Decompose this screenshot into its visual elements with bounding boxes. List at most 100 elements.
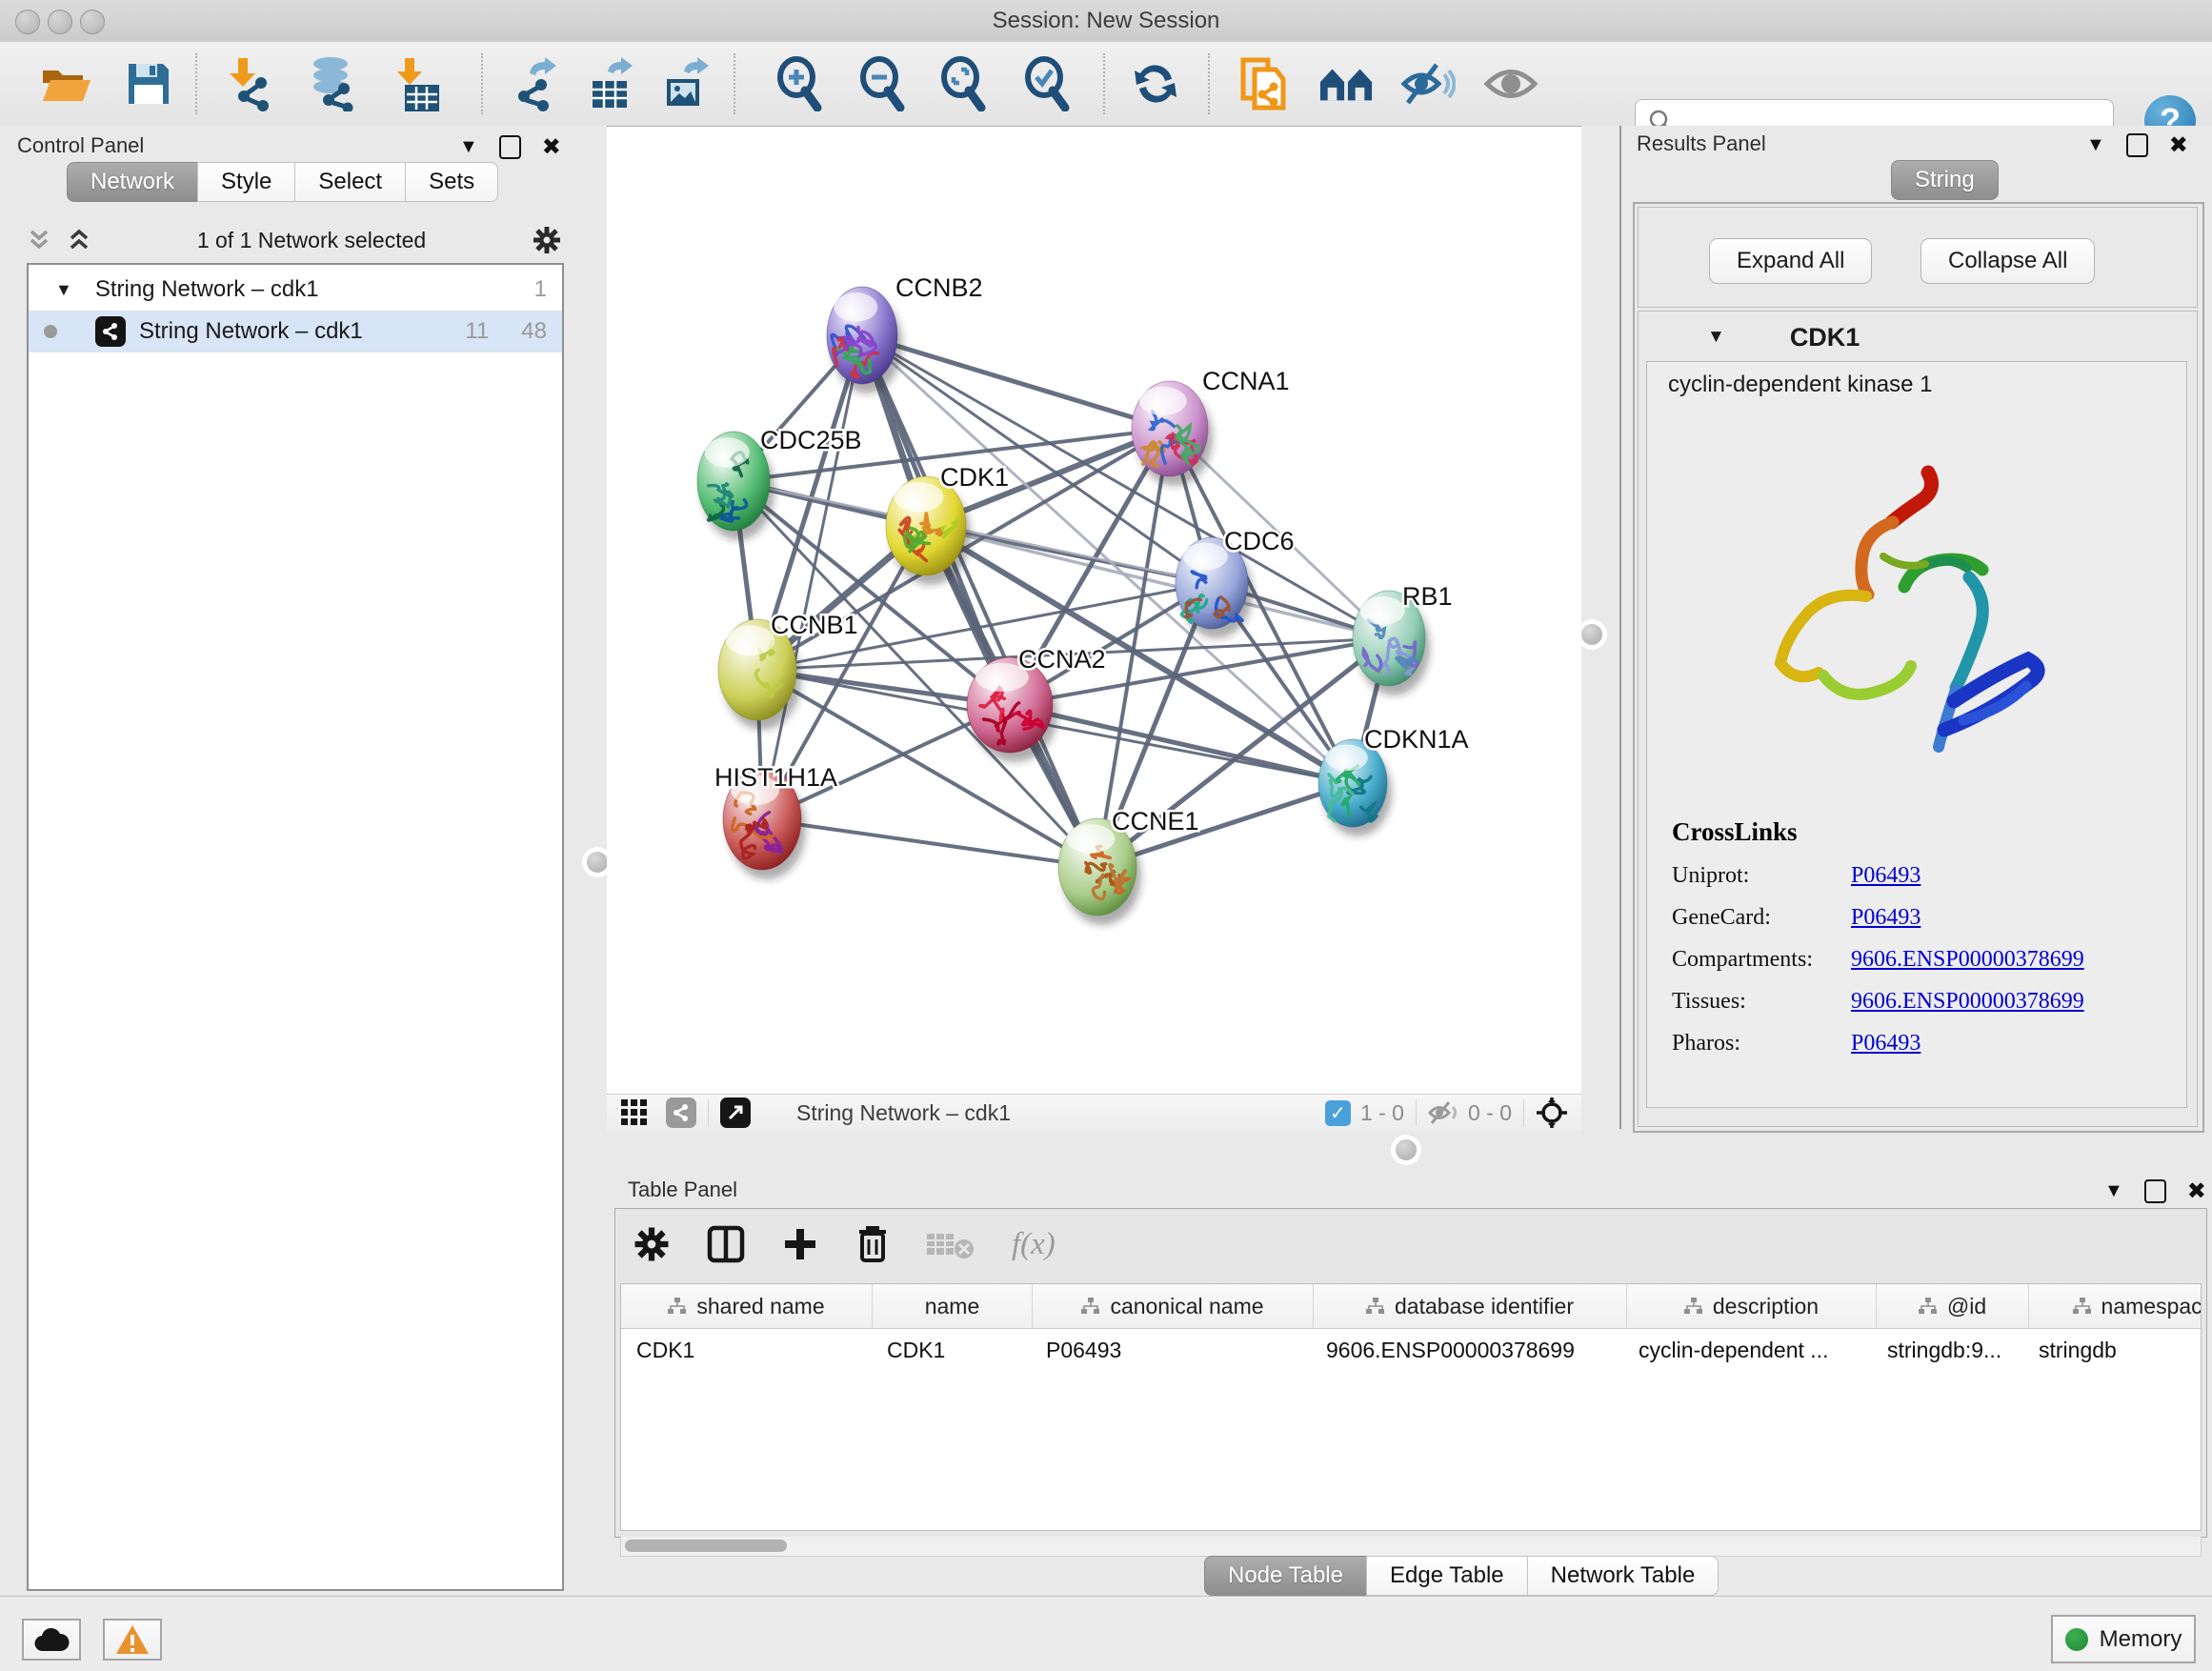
left-splitter[interactable] — [588, 126, 607, 1596]
gene-tree: ▼ CDK1 cyclin-dependent kinase 1 — [1638, 311, 2198, 1127]
collapse-panel-icon[interactable]: ▼ — [459, 136, 478, 158]
network-edge-CDK1-RB1[interactable] — [926, 526, 1389, 638]
network-node-CDC25B[interactable] — [697, 432, 770, 531]
network-node-count: 11 — [465, 318, 489, 345]
hide-selected-button[interactable] — [1400, 55, 1456, 112]
close-panel-icon[interactable]: ✖ — [2187, 1182, 2206, 1201]
crosslink-value-link[interactable]: 9606.ENSP00000378699 — [1851, 989, 2084, 1015]
gene-collapse-triangle-icon[interactable]: ▼ — [1707, 327, 1725, 348]
tab-edge-table[interactable]: Edge Table — [1366, 1556, 1527, 1596]
collapse-panel-icon[interactable]: ▼ — [2086, 134, 2105, 156]
collection-expand-triangle-icon[interactable]: ▼ — [55, 280, 72, 300]
network-node-CCNA1[interactable] — [1132, 381, 1208, 476]
table-horizontal-scrollbar[interactable] — [620, 1537, 2202, 1557]
crosslink-value-link[interactable]: P06493 — [1851, 1031, 1920, 1057]
table-cell[interactable]: CDK1 — [621, 1329, 872, 1371]
table-cell[interactable]: 9606.ENSP00000378699 — [1311, 1329, 1623, 1371]
memory-button[interactable]: Memory — [2051, 1615, 2196, 1663]
import-network-file-button[interactable] — [223, 55, 278, 112]
network-edge-CCNB2-CCNA1[interactable] — [862, 335, 1170, 429]
right-splitter[interactable] — [1581, 126, 1619, 1129]
column-header-namespace[interactable]: namespace — [2029, 1284, 2202, 1328]
table-cell[interactable]: CDK1 — [872, 1329, 1031, 1371]
table-cell[interactable]: stringdb — [2023, 1329, 2202, 1371]
tab-select[interactable]: Select — [294, 162, 405, 202]
tab-network[interactable]: Network — [67, 162, 197, 202]
node-table[interactable]: shared namenamecanonical namedatabase id… — [620, 1283, 2202, 1531]
export-image-button[interactable] — [657, 55, 713, 112]
open-session-button[interactable] — [38, 55, 93, 112]
table-cell[interactable]: stringdb:9... — [1872, 1329, 2023, 1371]
show-hidden-button[interactable] — [1483, 55, 1538, 112]
crosslink-value-link[interactable]: P06493 — [1851, 863, 1920, 889]
collapse-all-button[interactable]: Collapse All — [1920, 238, 2095, 284]
column-header-description[interactable]: description — [1627, 1284, 1877, 1328]
horizontal-splitter[interactable] — [607, 1129, 2212, 1172]
zoom-selected-button[interactable] — [1019, 55, 1075, 112]
collapse-panel-icon[interactable]: ▼ — [2104, 1180, 2123, 1202]
zoom-in-button[interactable] — [772, 55, 827, 112]
add-column-icon[interactable] — [781, 1225, 819, 1263]
network-collection-row[interactable]: ▼ String Network – cdk1 1 — [29, 269, 562, 311]
close-panel-icon[interactable]: ✖ — [2169, 136, 2188, 155]
network-edge-CCNE1-HIST1H1A[interactable] — [762, 819, 1097, 867]
crosslink-value-link[interactable]: P06493 — [1851, 905, 1920, 931]
splitter-handle[interactable] — [587, 852, 608, 873]
import-network-database-button[interactable] — [305, 55, 360, 112]
column-header-@id[interactable]: @id — [1877, 1284, 2029, 1328]
close-panel-icon[interactable]: ✖ — [542, 138, 561, 157]
network-options-gear-icon[interactable] — [532, 225, 562, 255]
zoom-out-button[interactable] — [855, 55, 910, 112]
table-options-gear-icon[interactable] — [633, 1225, 671, 1263]
network-node-CCNB2[interactable] — [827, 287, 897, 384]
hierarchy-icon — [1684, 1298, 1703, 1315]
tab-node-table[interactable]: Node Table — [1204, 1556, 1366, 1596]
clone-network-button[interactable] — [1236, 55, 1291, 112]
splitter-handle[interactable] — [1581, 624, 1602, 645]
export-table-button[interactable] — [583, 55, 638, 112]
expand-all-button[interactable]: Expand All — [1709, 238, 1872, 284]
expand-all-chevron-icon[interactable] — [67, 229, 91, 252]
apply-layout-button[interactable] — [1128, 55, 1183, 112]
table-cell[interactable]: cyclin-dependent ... — [1623, 1329, 1872, 1371]
delete-column-trash-icon[interactable] — [855, 1224, 890, 1264]
warnings-button[interactable] — [103, 1619, 162, 1661]
column-header-canonical-name[interactable]: canonical name — [1033, 1284, 1314, 1328]
import-table-file-button[interactable] — [388, 55, 443, 112]
network-edge-CCNA2-CDKN1A[interactable] — [1010, 705, 1353, 783]
select-columns-icon[interactable] — [707, 1225, 745, 1263]
collapse-all-chevron-icon[interactable] — [27, 229, 51, 252]
scrollbar-thumb[interactable] — [625, 1540, 787, 1552]
table-row[interactable]: CDK1CDK1P064939606.ENSP00000378699cyclin… — [621, 1329, 2201, 1371]
crosslink-value-link[interactable]: 9606.ENSP00000378699 — [1851, 947, 2084, 973]
detach-view-icon[interactable] — [720, 1097, 751, 1128]
string-network-graph[interactable]: CCNB2CCNA1CDC25BCDK1CDC6RB1CCNB1CCNA2CDK… — [607, 127, 1581, 1094]
tab-string[interactable]: String — [1891, 160, 1999, 200]
save-session-button[interactable] — [121, 55, 176, 112]
hidden-eye-slash-icon[interactable] — [1428, 1100, 1460, 1125]
tab-sets[interactable]: Sets — [405, 162, 498, 202]
cloud-button[interactable] — [22, 1619, 81, 1661]
column-header-name[interactable]: name — [873, 1284, 1033, 1328]
network-icon-gray[interactable] — [666, 1097, 696, 1128]
float-panel-icon[interactable] — [499, 135, 521, 159]
network-canvas[interactable]: CCNB2CCNA1CDC25BCDK1CDC6RB1CCNB1CCNA2CDK… — [607, 127, 1581, 1094]
float-panel-icon[interactable] — [2144, 1179, 2166, 1203]
column-header-database-identifier[interactable]: database identifier — [1314, 1284, 1627, 1328]
tab-network-table[interactable]: Network Table — [1527, 1556, 1719, 1596]
network-edge-CCNB2-CCNE1[interactable] — [862, 335, 1097, 867]
float-panel-icon[interactable] — [2126, 133, 2148, 157]
zoom-fit-button[interactable] — [935, 55, 991, 112]
splitter-handle[interactable] — [1396, 1139, 1417, 1160]
network-edge-CCNB2-HIST1H1A[interactable] — [762, 335, 862, 819]
selected-nodes-checkbox[interactable]: ✓ — [1325, 1100, 1351, 1126]
network-row-selected[interactable]: String Network – cdk1 11 48 — [29, 311, 562, 352]
column-header-shared-name[interactable]: shared name — [621, 1284, 873, 1328]
tab-style[interactable]: Style — [197, 162, 294, 202]
show-network-overview-button[interactable] — [1318, 55, 1374, 112]
table-cell[interactable]: P06493 — [1031, 1329, 1311, 1371]
grid-mode-icon[interactable] — [620, 1098, 649, 1127]
gene-header-row[interactable]: ▼ CDK1 — [1639, 315, 2197, 359]
export-network-button[interactable] — [507, 55, 562, 112]
birds-eye-view-icon[interactable] — [1536, 1097, 1568, 1129]
